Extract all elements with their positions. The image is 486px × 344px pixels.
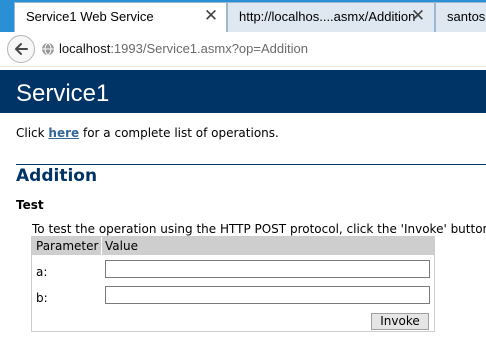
operation-title: Addition bbox=[16, 166, 98, 186]
operations-list-link[interactable]: here bbox=[48, 126, 79, 140]
intro-after: for a complete list of operations. bbox=[79, 126, 279, 140]
close-icon[interactable]: ✕ bbox=[201, 6, 221, 26]
table-header: Parameter Value bbox=[32, 237, 434, 255]
param-a-label: a: bbox=[36, 265, 48, 279]
service-banner: Service1 bbox=[0, 70, 486, 113]
url-path: :1993/Service1.asmx?op=Addition bbox=[110, 41, 308, 56]
invoke-button[interactable]: Invoke bbox=[371, 313, 429, 330]
parameters-table: Parameter Value a: b: Invoke bbox=[31, 236, 435, 332]
test-description: To test the operation using the HTTP POS… bbox=[32, 222, 486, 236]
test-heading: Test bbox=[16, 198, 44, 212]
intro-before: Click bbox=[16, 126, 49, 140]
url-host: localhost bbox=[59, 41, 111, 56]
intro-text: Click here for a complete list of operat… bbox=[16, 126, 279, 140]
address-bar: localhost:1993/Service1.asmx?op=Addition bbox=[0, 32, 486, 67]
tab-title: Service1 Web Service bbox=[26, 9, 154, 24]
param-b-input[interactable] bbox=[105, 286, 430, 304]
tab-bar: Service1 Web Service ✕ http://localhos..… bbox=[0, 0, 486, 32]
tab-santosh[interactable]: santosh bbox=[435, 2, 486, 32]
param-b-label: b: bbox=[36, 291, 48, 305]
back-arrow-icon bbox=[15, 43, 28, 55]
tab-addition-result[interactable]: http://localhos....asmx/Addition ✕ bbox=[227, 2, 435, 32]
tab-title: http://localhos....asmx/Addition bbox=[239, 9, 416, 24]
tab-service1[interactable]: Service1 Web Service ✕ bbox=[14, 2, 227, 32]
tab-title: santosh bbox=[447, 9, 486, 24]
header-parameter: Parameter bbox=[36, 239, 99, 253]
header-separator bbox=[101, 237, 102, 255]
close-icon[interactable]: ✕ bbox=[408, 6, 428, 26]
header-value: Value bbox=[105, 239, 138, 253]
section-divider bbox=[16, 164, 486, 165]
param-a-input[interactable] bbox=[105, 260, 430, 278]
url-field[interactable]: localhost:1993/Service1.asmx?op=Addition bbox=[59, 41, 308, 56]
page-title: Service1 bbox=[16, 80, 110, 107]
back-button[interactable] bbox=[7, 35, 35, 63]
globe-icon bbox=[42, 42, 54, 56]
